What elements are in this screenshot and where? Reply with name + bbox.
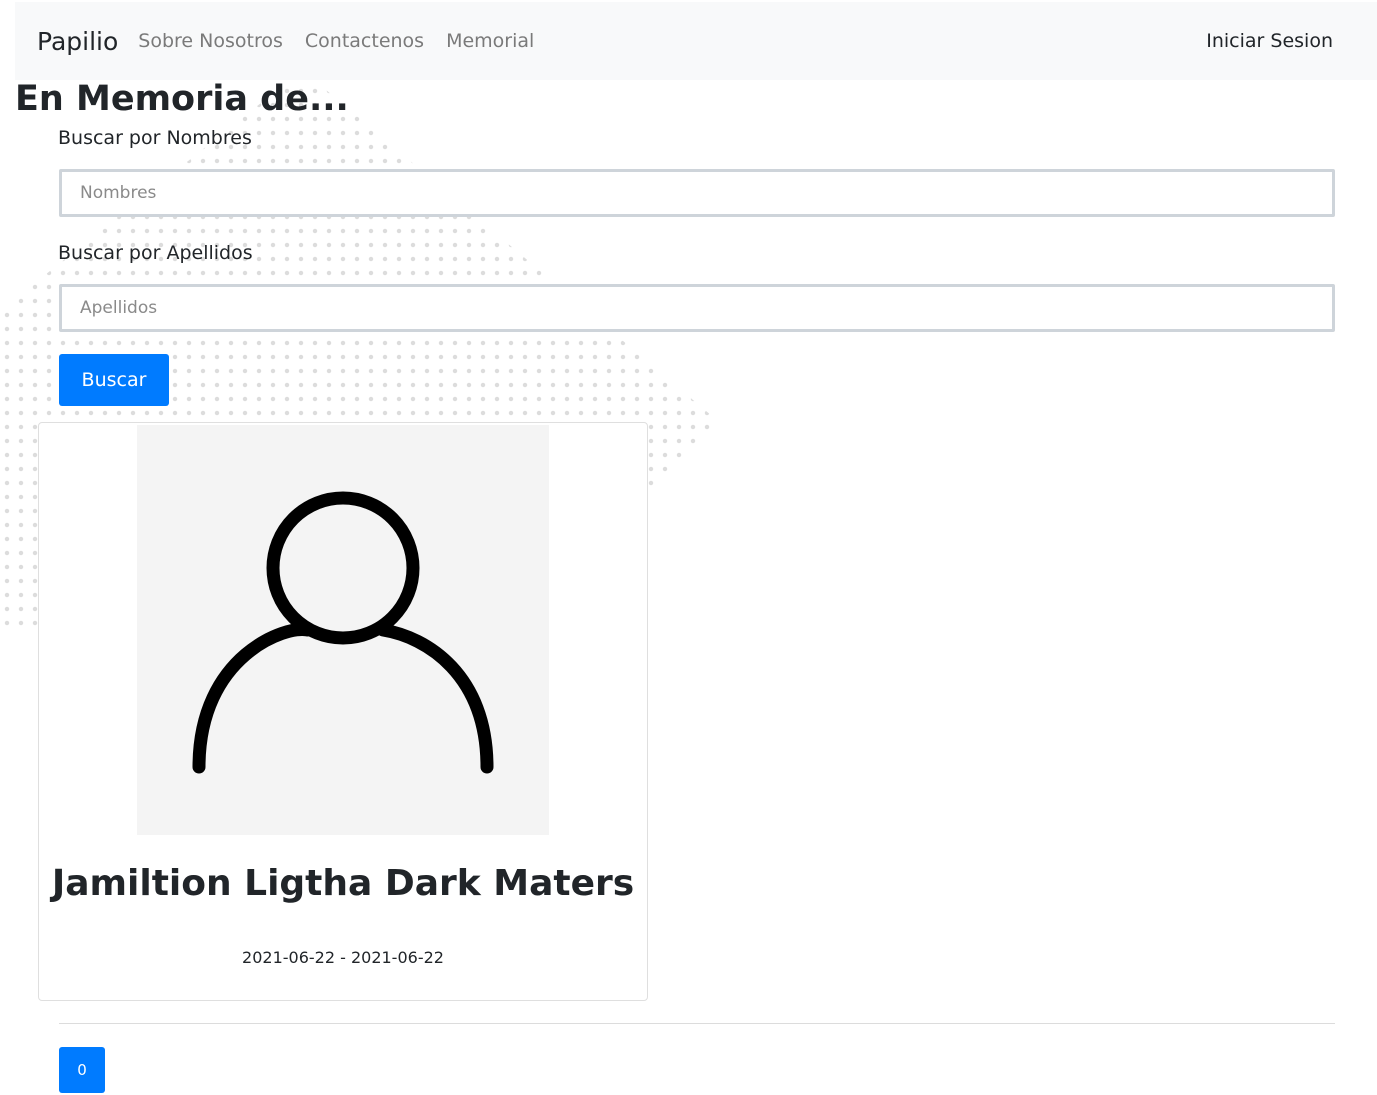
nav-link-memorial[interactable]: Memorial [446,30,534,52]
person-image [137,425,549,835]
brand-logo[interactable]: Papilio [37,27,118,56]
life-dates: 2021-06-22 - 2021-06-22 [242,948,444,967]
navbar: Papilio Sobre Nosotros Contactenos Memor… [15,2,1377,80]
surnames-label: Buscar por Apellidos [58,242,253,264]
memorial-card[interactable]: Jamiltion Ligtha Dark Maters 2021-06-22 … [38,422,648,1001]
search-button[interactable]: Buscar [59,354,169,406]
deceased-name: Jamiltion Ligtha Dark Maters [51,863,635,904]
page-title: En Memoria de... [15,79,349,119]
names-label: Buscar por Nombres [58,127,252,149]
login-link[interactable]: Iniciar Sesion [1206,30,1333,52]
nav-link-sobre-nosotros[interactable]: Sobre Nosotros [138,30,283,52]
pagination-page-button[interactable]: 0 [59,1047,105,1093]
divider [59,1023,1335,1024]
surnames-input[interactable] [59,284,1335,332]
nav-link-contactenos[interactable]: Contactenos [305,30,424,52]
names-input[interactable] [59,169,1335,217]
person-icon [192,491,494,774]
